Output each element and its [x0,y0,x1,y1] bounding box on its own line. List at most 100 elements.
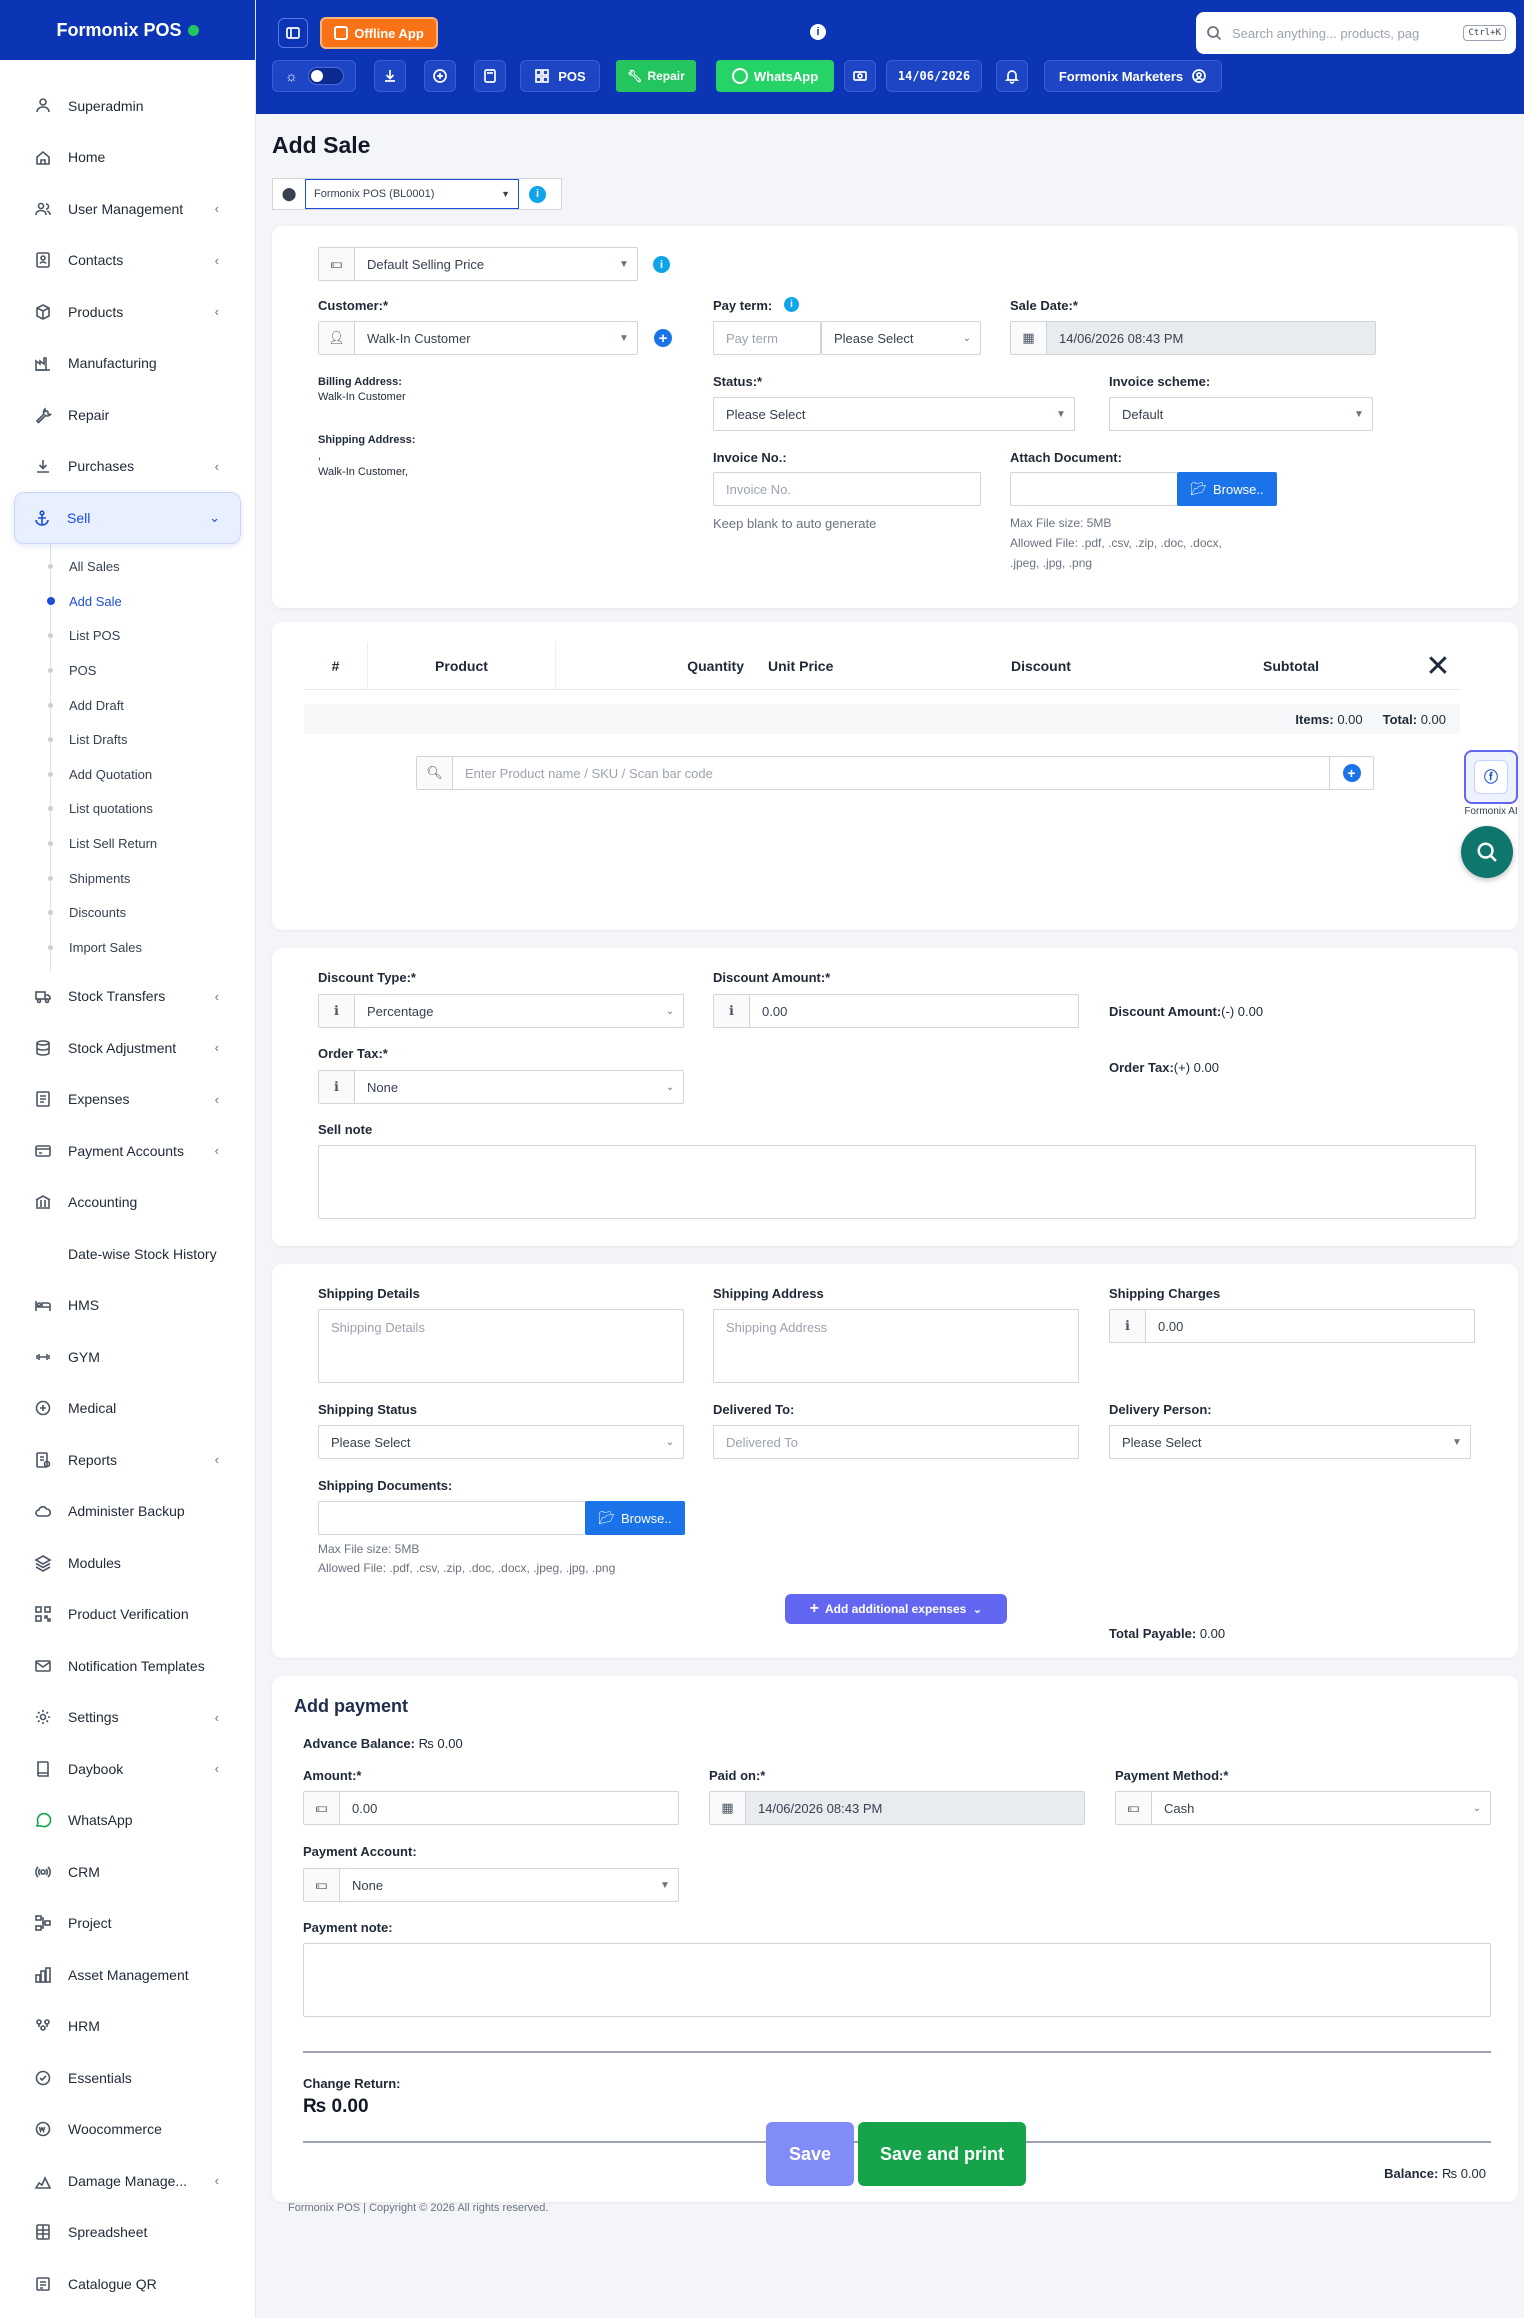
submenu-item-list-drafts[interactable]: List Drafts [48,722,255,757]
calculator-button[interactable] [474,60,506,92]
sidebar-item-spreadsheet[interactable]: Spreadsheet [0,2207,255,2259]
sidebar-item-essentials[interactable]: Essentials [0,2052,255,2104]
sidebar-item-products[interactable]: Products ‹ [0,286,255,338]
sidebar-item-product-verification[interactable]: Product Verification [0,1589,255,1641]
sidebar-item-expenses[interactable]: Expenses ‹ [0,1074,255,1126]
sidebar-item-reports[interactable]: Reports ‹ [0,1434,255,1486]
search-input[interactable]: Search anything... products, pag [1232,26,1453,41]
sidebar-item-accounting[interactable]: Accounting [0,1177,255,1229]
paid-on-input[interactable]: ▦ 14/06/2026 08:43 PM [709,1791,1085,1825]
sidebar-item-stock-transfers[interactable]: Stock Transfers ‹ [0,971,255,1023]
sidebar-item-settings[interactable]: Settings ‹ [0,1692,255,1744]
sidebar-item-modules[interactable]: Modules [0,1537,255,1589]
submenu-item-add-sale[interactable]: Add Sale [47,584,255,619]
business-menu[interactable]: Formonix Marketers [1044,60,1222,92]
sidebar-item-home[interactable]: Home [0,132,255,184]
invoice-no-input[interactable]: Invoice No. [713,472,981,506]
delivery-person-select[interactable]: Please Select ▼ [1109,1425,1471,1459]
submenu-item-add-draft[interactable]: Add Draft [48,688,255,723]
order-tax-select[interactable]: ℹ None ⌄ [318,1070,684,1104]
pay-term-select[interactable]: Please Select ⌄ [821,321,981,355]
customer-select[interactable]: 👤︎ Walk-In Customer ▼ [318,321,638,355]
location-select[interactable]: Formonix POS (BL0001) ▼ [305,179,519,209]
formonix-ai-button[interactable]: ⓕ [1464,750,1518,804]
payment-note-textarea[interactable] [303,1943,1491,2017]
submenu-item-discounts[interactable]: Discounts [48,895,255,930]
sidebar-item-repair[interactable]: Repair [0,389,255,441]
shipping-details-textarea[interactable]: Shipping Details [318,1309,684,1383]
discount-amount-input[interactable]: ℹ 0.00 [713,994,1079,1028]
shipping-documents-input[interactable] [318,1501,586,1535]
submenu-item-add-quotation[interactable]: Add Quotation [48,757,255,792]
whatsapp-button[interactable]: WhatsApp [716,60,834,92]
sidebar-item-contacts[interactable]: Contacts ‹ [0,235,255,287]
info-icon[interactable]: i [529,185,546,203]
sidebar-item-whatsapp[interactable]: WhatsApp [0,1795,255,1847]
pay-term-input[interactable]: Pay term [713,321,821,355]
theme-toggle[interactable]: ☼ [272,60,356,92]
payment-account-select[interactable]: 💵︎ None ▼ [303,1868,679,1902]
info-icon[interactable]: i [653,256,670,273]
sidebar-item-asset-management[interactable]: Asset Management [0,1949,255,2001]
submenu-item-list-quotations[interactable]: List quotations [48,792,255,827]
sidebar-item-crm[interactable]: CRM [0,1846,255,1898]
shipping-address-textarea[interactable]: Shipping Address [713,1309,1079,1383]
sidebar-item-date-wise-stock-history[interactable]: Date-wise Stock History [0,1228,255,1280]
attach-document-input[interactable] [1010,472,1178,506]
sidebar-item-stock-adjustment[interactable]: Stock Adjustment ‹ [0,1022,255,1074]
add-customer-button[interactable]: + [654,329,672,347]
sell-note-textarea[interactable] [318,1145,1476,1219]
info-icon[interactable]: i [810,24,826,40]
delivered-to-input[interactable]: Delivered To [713,1425,1079,1459]
sidebar-item-notification-templates[interactable]: Notification Templates [0,1640,255,1692]
status-select[interactable]: Please Select ▼ [713,397,1075,431]
save-and-print-button[interactable]: Save and print [858,2122,1026,2186]
submenu-item-shipments[interactable]: Shipments [48,861,255,896]
pos-button[interactable]: POS [520,60,600,92]
add-button[interactable] [424,60,456,92]
brand[interactable]: Formonix POS [0,0,255,60]
sidebar-item-hms[interactable]: HMS [0,1280,255,1332]
sidebar-item-purchases[interactable]: Purchases ‹ [0,441,255,493]
sale-date-input[interactable]: ▦ 14/06/2026 08:43 PM [1010,321,1376,355]
add-expenses-button[interactable]: + Add additional expenses ⌄ [785,1594,1007,1624]
repair-button[interactable]: 🔧︎ Repair [616,60,696,92]
global-search[interactable]: Search anything... products, pag Ctrl+K [1196,12,1516,54]
sidebar-item-superadmin[interactable]: Superadmin [0,80,255,132]
amount-input[interactable]: 💵︎ 0.00 [303,1791,679,1825]
sidebar-item-user-management[interactable]: User Management ‹ [0,183,255,235]
close-icon[interactable]: ✕ [1416,642,1460,690]
sidebar-item-sell[interactable]: Sell ⌄ [14,492,241,544]
sidebar-item-hrm[interactable]: HRM [0,2001,255,2053]
notifications-button[interactable] [996,60,1028,92]
sidebar-item-woocommerce[interactable]: Woocommerce [0,2104,255,2156]
info-icon[interactable]: i [784,297,799,312]
sidebar-item-daybook[interactable]: Daybook ‹ [0,1743,255,1795]
sidebar-item-payment-accounts[interactable]: Payment Accounts ‹ [0,1125,255,1177]
submenu-item-import-sales[interactable]: Import Sales [48,930,255,965]
submenu-item-list-sell-return[interactable]: List Sell Return [48,826,255,861]
discount-type-select[interactable]: ℹ Percentage ⌄ [318,994,684,1028]
floating-search-button[interactable] [1461,826,1513,878]
sidebar-item-manufacturing[interactable]: Manufacturing [0,338,255,390]
price-group-select[interactable]: 💵︎ Default Selling Price ▼ [318,247,638,281]
browse-button[interactable]: 📂︎ Browse.. [1177,472,1277,506]
download-button[interactable] [374,60,406,92]
add-product-button[interactable]: + [1329,757,1373,789]
product-search-input[interactable]: Enter Product name / SKU / Scan bar code [453,766,1329,781]
shipping-status-select[interactable]: Please Select ⌄ [318,1425,684,1459]
sidebar-item-catalogue-qr[interactable]: Catalogue QR [0,2258,255,2310]
payment-method-select[interactable]: 💵︎ Cash ⌄ [1115,1791,1491,1825]
save-button[interactable]: Save [766,2122,854,2186]
cash-register-button[interactable] [844,60,876,92]
sidebar-item-gym[interactable]: GYM [0,1331,255,1383]
invoice-scheme-select[interactable]: Default ▼ [1109,397,1373,431]
shipping-charges-input[interactable]: ℹ 0.00 [1109,1309,1475,1343]
sidebar-item-project[interactable]: Project [0,1898,255,1950]
submenu-item-pos[interactable]: POS [48,653,255,688]
submenu-item-list-pos[interactable]: List POS [48,619,255,654]
sidebar-item-medical[interactable]: Medical [0,1383,255,1435]
sidebar-toggle-button[interactable] [278,18,308,48]
submenu-item-all-sales[interactable]: All Sales [48,550,255,585]
toggle-switch[interactable] [307,67,344,85]
